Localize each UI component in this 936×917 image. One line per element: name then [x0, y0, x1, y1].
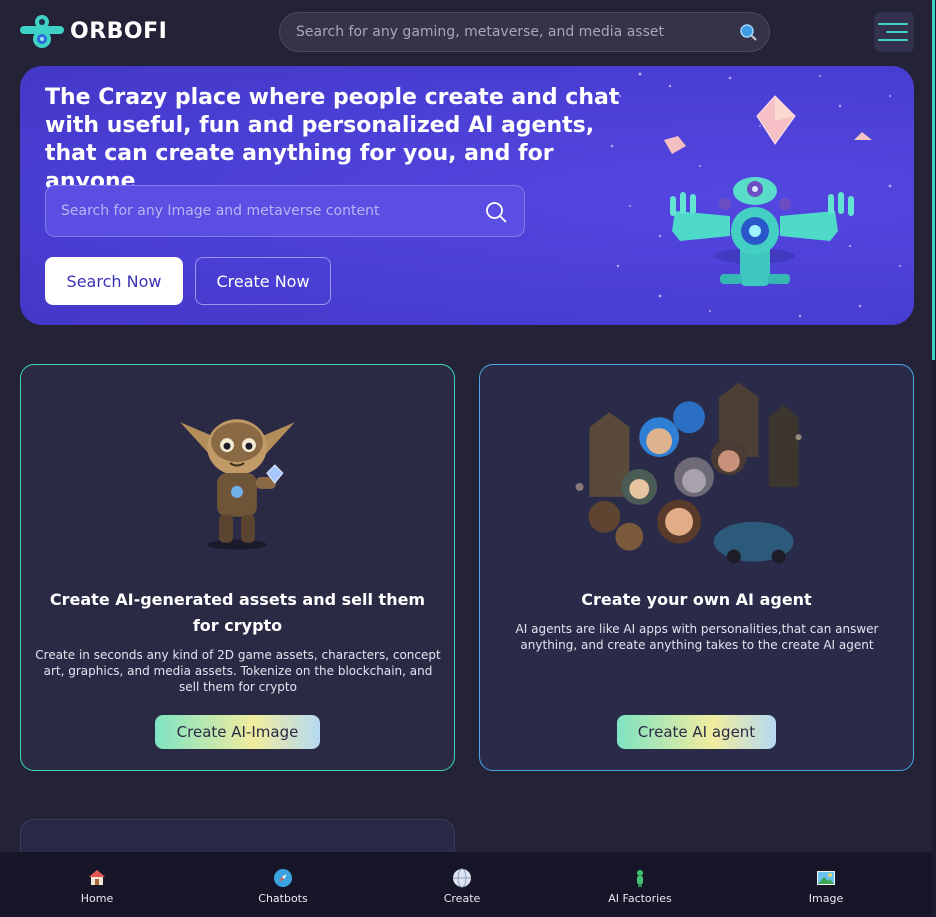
create-ai-agent-button[interactable]: Create AI agent [617, 715, 776, 749]
nav-label: AI Factories [608, 892, 672, 905]
top-search-input[interactable] [280, 13, 720, 51]
scrollbar-thumb[interactable] [932, 0, 935, 360]
home-icon [89, 870, 105, 885]
logo[interactable]: ORBOFI [20, 12, 167, 50]
robot-icon [637, 870, 643, 887]
search-now-button[interactable]: Search Now [45, 257, 183, 305]
hero-search-bar[interactable] [45, 185, 525, 237]
top-header: ORBOFI [0, 0, 936, 64]
card-title: Create your own AI agent [581, 590, 812, 609]
search-icon[interactable] [739, 23, 757, 41]
nav-label: Image [808, 892, 844, 905]
card-description: Create in seconds any kind of 2D game as… [35, 648, 441, 694]
top-search-bar[interactable] [279, 12, 770, 52]
globe-icon [453, 868, 471, 888]
robot-mascot-illustration [610, 72, 901, 318]
menu-line-icon [878, 39, 908, 41]
hero-title: The Crazy place where people create and … [45, 85, 620, 194]
nav-item-ai-factories[interactable]: AI Factories [585, 868, 695, 906]
logo-text: ORBOFI [70, 18, 168, 44]
nav-item-create[interactable]: Create [407, 868, 517, 906]
card-description: AI agents are like AI apps with personal… [515, 622, 879, 652]
compass-icon [274, 869, 292, 887]
ai-assets-card: Create AI-generated assets and sell them… [20, 364, 455, 771]
search-icon[interactable] [485, 201, 507, 223]
orbofi-logo-icon [20, 15, 64, 48]
create-ai-image-button[interactable]: Create AI-Image [155, 715, 320, 749]
menu-line-icon [886, 31, 908, 33]
nav-label: Home [80, 892, 114, 905]
hero-banner: The Crazy place where people create and … [20, 66, 914, 325]
nav-item-home[interactable]: Home [42, 868, 152, 906]
hero-search-input[interactable] [46, 186, 466, 236]
create-now-button[interactable]: Create Now [195, 257, 331, 305]
hamburger-menu-button[interactable] [874, 12, 914, 52]
ai-agent-card: Create your own AI agent AI agents are l… [479, 364, 914, 771]
characters-collage-illustration [575, 382, 802, 564]
image-icon [817, 871, 835, 885]
goblin-robot-illustration [180, 419, 295, 550]
nav-item-chatbots[interactable]: Chatbots [228, 868, 338, 906]
card-title: Create AI-generated assets and sell them… [49, 590, 426, 635]
nav-label: Create [443, 892, 481, 905]
nav-label: Chatbots [258, 892, 308, 905]
nav-item-image[interactable]: Image [771, 868, 881, 906]
menu-line-icon [878, 23, 908, 25]
bottom-navigation: Home Chatbots Create AI Factories Image [0, 852, 932, 917]
